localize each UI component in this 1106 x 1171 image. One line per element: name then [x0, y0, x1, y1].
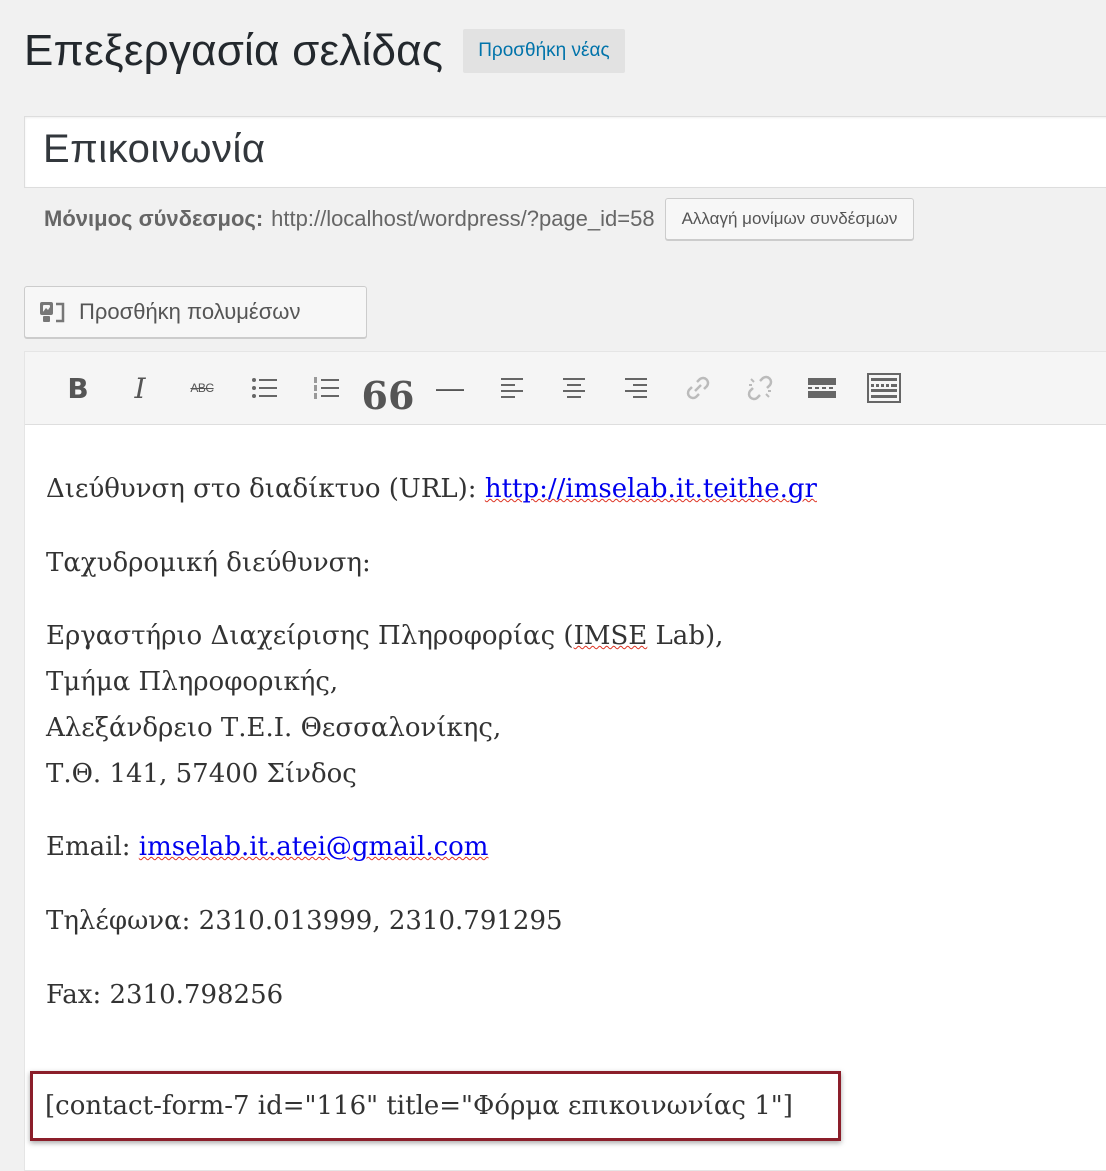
address-line2: Τμήμα Πληροφορικής,	[46, 667, 339, 697]
editor-content[interactable]: Διεύθυνση στο διαδίκτυο (URL): http://im…	[25, 425, 1106, 1019]
blockquote-button[interactable]: 66	[357, 356, 419, 420]
address-line1-suffix: Lab),	[647, 621, 724, 651]
read-more-button[interactable]	[791, 363, 853, 413]
shortcode-text: [contact-form-7 id="116" title="Φόρμα επ…	[45, 1091, 793, 1121]
add-new-button[interactable]: Προσθήκη νέας	[463, 29, 625, 73]
numbered-list-button[interactable]	[295, 363, 357, 413]
title-field-wrapper	[24, 116, 1106, 188]
page-header: Επεξεργασία σελίδας Προσθήκη νέας	[24, 26, 625, 76]
email-link[interactable]: imselab.it.atei@gmail.com	[139, 832, 489, 862]
italic-button[interactable]: I	[109, 363, 171, 413]
align-center-icon	[563, 378, 585, 398]
fax-paragraph: Fax: 2310.798256	[46, 980, 284, 1010]
bullet-list-icon	[252, 378, 277, 398]
post-title-input[interactable]	[25, 117, 1106, 182]
toolbar-toggle-button[interactable]	[853, 363, 915, 413]
permalink-url[interactable]: http://localhost/wordpress/?page_id=58	[271, 206, 654, 232]
read-more-icon	[808, 378, 836, 398]
email-paragraph: Email: imselab.it.atei@gmail.com	[46, 823, 1106, 871]
editor-toolbar: B I ABC 66 —	[25, 352, 1106, 425]
website-link[interactable]: http://imselab.it.teithe.gr	[485, 474, 817, 504]
insert-link-button[interactable]	[667, 363, 729, 413]
align-right-button[interactable]	[605, 363, 667, 413]
permalink-row: Μόνιμος σύνδεσμος: http://localhost/word…	[44, 198, 915, 240]
permalink-label: Μόνιμος σύνδεσμος:	[44, 206, 264, 231]
bullet-list-button[interactable]	[233, 363, 295, 413]
remove-link-button[interactable]	[729, 363, 791, 413]
contact-form-shortcode: [contact-form-7 id="116" title="Φόρμα επ…	[30, 1071, 841, 1141]
editor: B I ABC 66 — Διεύθυνση στο διαδίκτυο (UR…	[24, 351, 1106, 1171]
horizontal-rule-button[interactable]: —	[419, 363, 481, 413]
url-paragraph: Διεύθυνση στο διαδίκτυο (URL): http://im…	[46, 465, 1106, 513]
email-label: Email:	[46, 832, 139, 862]
address-line1-prefix: Εργαστήριο Διαχείρισης Πληροφορίας (	[46, 621, 574, 651]
bold-button[interactable]: B	[47, 363, 109, 413]
numbered-list-icon	[314, 377, 339, 399]
address-line3: Αλεξάνδρειο Τ.Ε.Ι. Θεσσαλονίκης,	[46, 713, 502, 743]
address-line4: Τ.Θ. 141, 57400 Σίνδος	[46, 759, 357, 789]
add-media-label: Προσθήκη πολυμέσων	[79, 299, 301, 324]
address-line1-spell: IMSE	[573, 621, 648, 651]
url-label: Διεύθυνση στο διαδίκτυο (URL):	[46, 474, 485, 504]
add-media-button[interactable]: Προσθήκη πολυμέσων	[24, 286, 367, 338]
unlink-icon	[747, 375, 773, 401]
address-block: Εργαστήριο Διαχείρισης Πληροφορίας (IMSE…	[46, 613, 1106, 797]
link-icon	[686, 376, 710, 400]
align-left-icon	[501, 378, 523, 398]
align-left-button[interactable]	[481, 363, 543, 413]
keyboard-icon	[867, 373, 901, 403]
change-permalinks-button[interactable]: Αλλαγή μονίμων συνδέσμων	[664, 198, 915, 240]
align-right-icon	[625, 378, 647, 398]
phones-paragraph: Τηλέφωνα: 2310.013999, 2310.791295	[46, 906, 563, 936]
strikethrough-button[interactable]: ABC	[171, 363, 233, 413]
add-media-icon	[40, 302, 65, 323]
page-title: Επεξεργασία σελίδας	[24, 26, 444, 75]
align-center-button[interactable]	[543, 363, 605, 413]
postal-label: Ταχυδρομική διεύθυνση:	[46, 548, 371, 578]
